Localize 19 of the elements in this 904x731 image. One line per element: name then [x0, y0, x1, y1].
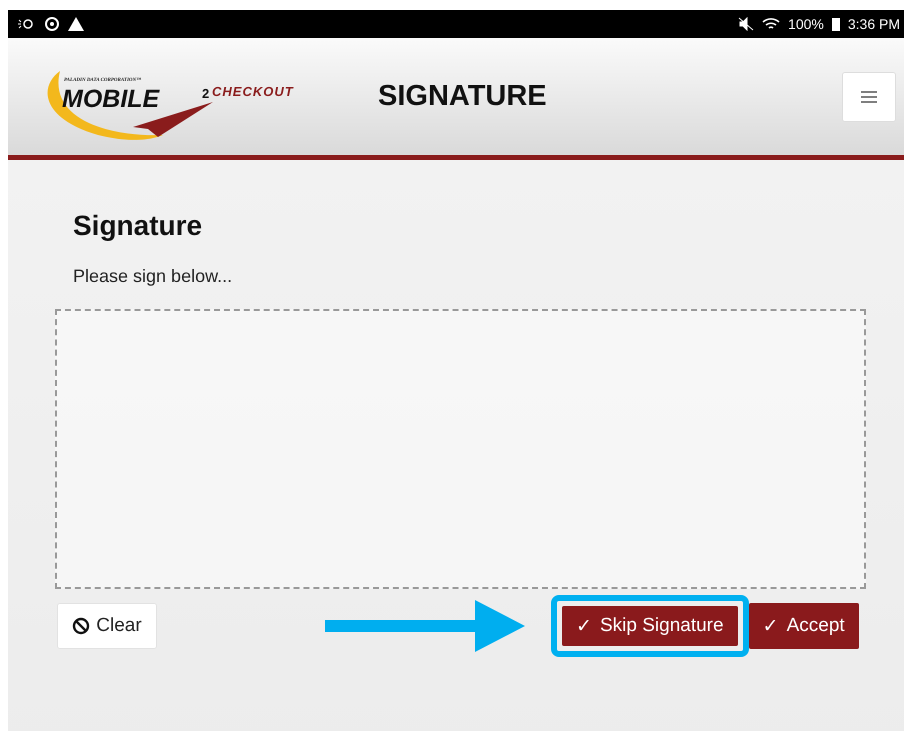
- battery-percent: 100%: [788, 16, 824, 32]
- confirm-button[interactable]: ✓ Skip Signature: [562, 606, 738, 646]
- logo-suffix: CHECKOUT: [212, 84, 294, 98]
- menu-icon: [861, 90, 877, 104]
- battery-icon: [832, 17, 840, 31]
- warning-icon: [68, 17, 84, 31]
- logo-product: MOBILE: [62, 84, 160, 114]
- wifi-icon: [762, 17, 780, 31]
- mute-icon: [738, 17, 754, 31]
- instruction-text: Please sign below...: [73, 266, 234, 287]
- section-heading: Signature: [73, 210, 204, 242]
- sync-icon: [44, 16, 60, 32]
- page-title: SIGNATURE: [378, 80, 547, 113]
- prohibited-icon: [72, 617, 90, 635]
- clear-button[interactable]: Clear: [57, 603, 157, 649]
- confirm-button[interactable]: ✓ Accept: [748, 603, 859, 649]
- clock: 3:36 PM: [848, 16, 900, 32]
- logo-superscript: 2: [202, 86, 210, 100]
- menu-button[interactable]: [842, 72, 896, 122]
